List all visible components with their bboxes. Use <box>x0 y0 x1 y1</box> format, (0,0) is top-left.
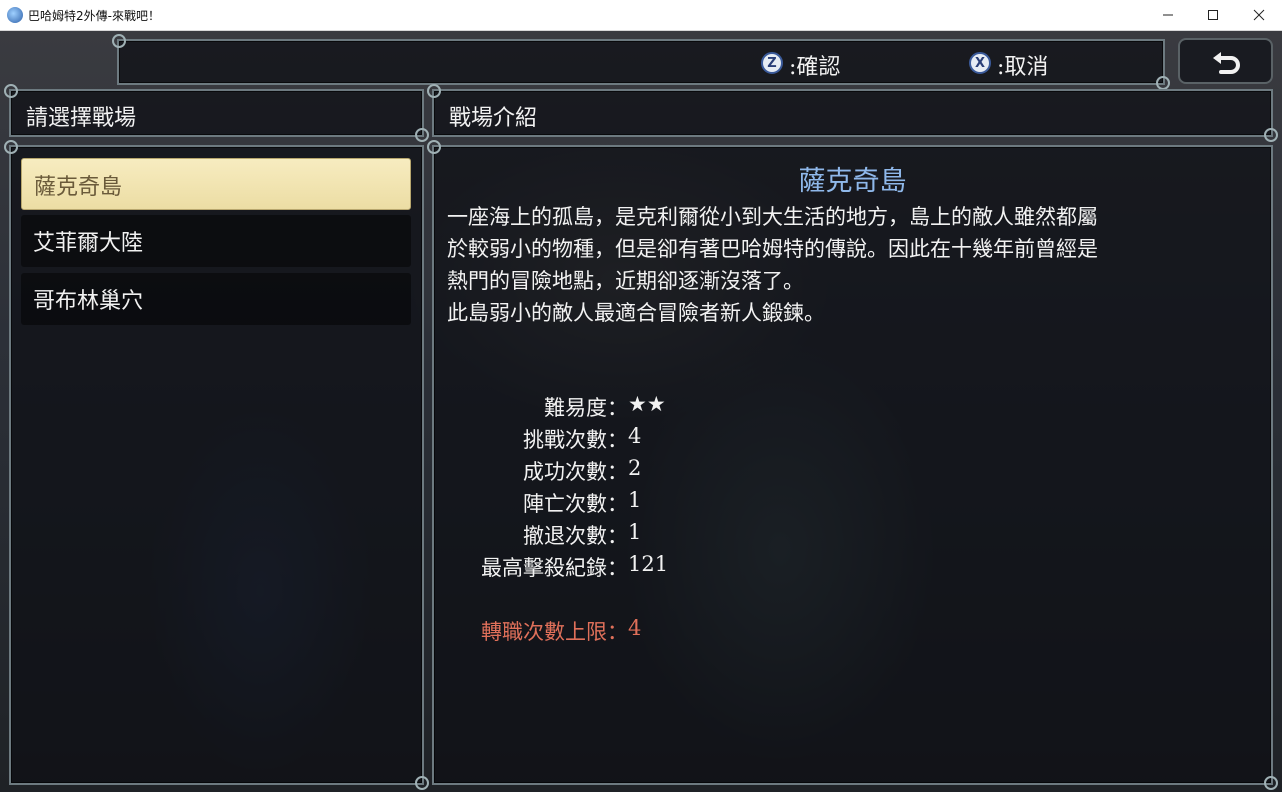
app-icon <box>7 7 23 23</box>
confirm-hint: :確認 <box>789 55 841 80</box>
maximize-button[interactable] <box>1190 0 1236 30</box>
list-item-battlefield-3[interactable]: 哥布林巢穴 <box>21 273 411 325</box>
cancel-hint: :取消 <box>997 55 1049 80</box>
death-count-label: 陣亡次數： <box>523 492 628 516</box>
game-scene: Z :確認 X :取消 請選擇戰場 戰場介紹 薩克奇島 艾菲爾大陸 哥布林巢穴 … <box>0 31 1282 792</box>
description-line: 熱門的冒險地點，近期卻逐漸沒落了。 <box>447 269 804 293</box>
challenge-count-label: 挑戰次數： <box>523 428 628 452</box>
right-header-title: 戰場介紹 <box>449 106 538 131</box>
return-arrow-icon <box>1212 52 1240 74</box>
right-panel-header: 戰場介紹 <box>427 84 1278 142</box>
close-icon <box>1253 9 1265 21</box>
left-panel-header: 請選擇戰場 <box>4 84 429 142</box>
battlefield-title: 薩克奇島 <box>798 166 907 197</box>
description-line: 一座海上的孤島，是克利爾從小到大生活的地方，島上的敵人雖然都屬 <box>447 205 1098 229</box>
list-item-label: 艾菲爾大陸 <box>33 231 144 256</box>
key-hint-bar: Z :確認 X :取消 <box>112 34 1170 90</box>
retreat-count-value: 1 <box>628 520 642 544</box>
x-key-icon: X <box>969 52 991 74</box>
max-kills-label: 最高擊殺紀錄： <box>481 556 628 580</box>
list-item-battlefield-1[interactable]: 薩克奇島 <box>21 158 411 210</box>
maximize-icon <box>1208 10 1218 20</box>
difficulty-value: ★★ <box>628 392 666 416</box>
death-count-value: 1 <box>628 488 642 512</box>
window-title: 巴哈姆特2外傳-來戰吧！ <box>28 9 160 23</box>
challenge-count-value: 4 <box>628 424 642 448</box>
list-item-label: 哥布林巢穴 <box>33 289 144 314</box>
difficulty-label: 難易度： <box>544 396 628 420</box>
class-change-limit-label: 轉職次數上限： <box>481 620 628 644</box>
back-button[interactable] <box>1178 38 1273 84</box>
window-titlebar: 巴哈姆特2外傳-來戰吧！ <box>0 0 1282 31</box>
success-count-label: 成功次數： <box>523 460 628 484</box>
z-key-icon: Z <box>761 52 783 74</box>
description-line: 此島弱小的敵人最適合冒險者新人鍛鍊。 <box>447 301 825 325</box>
minimize-button[interactable] <box>1145 0 1191 30</box>
description-line: 於較弱小的物種，但是卻有著巴哈姆特的傳說。因此在十幾年前曾經是 <box>447 237 1098 261</box>
close-button[interactable] <box>1236 0 1282 30</box>
max-kills-value: 121 <box>628 552 669 576</box>
retreat-count-label: 撤退次數： <box>523 524 628 548</box>
left-header-title: 請選擇戰場 <box>26 106 137 131</box>
minimize-icon <box>1163 14 1173 16</box>
list-item-battlefield-2[interactable]: 艾菲爾大陸 <box>21 215 411 267</box>
class-change-limit-value: 4 <box>628 616 642 640</box>
success-count-value: 2 <box>628 456 642 480</box>
list-item-label: 薩克奇島 <box>34 175 123 200</box>
